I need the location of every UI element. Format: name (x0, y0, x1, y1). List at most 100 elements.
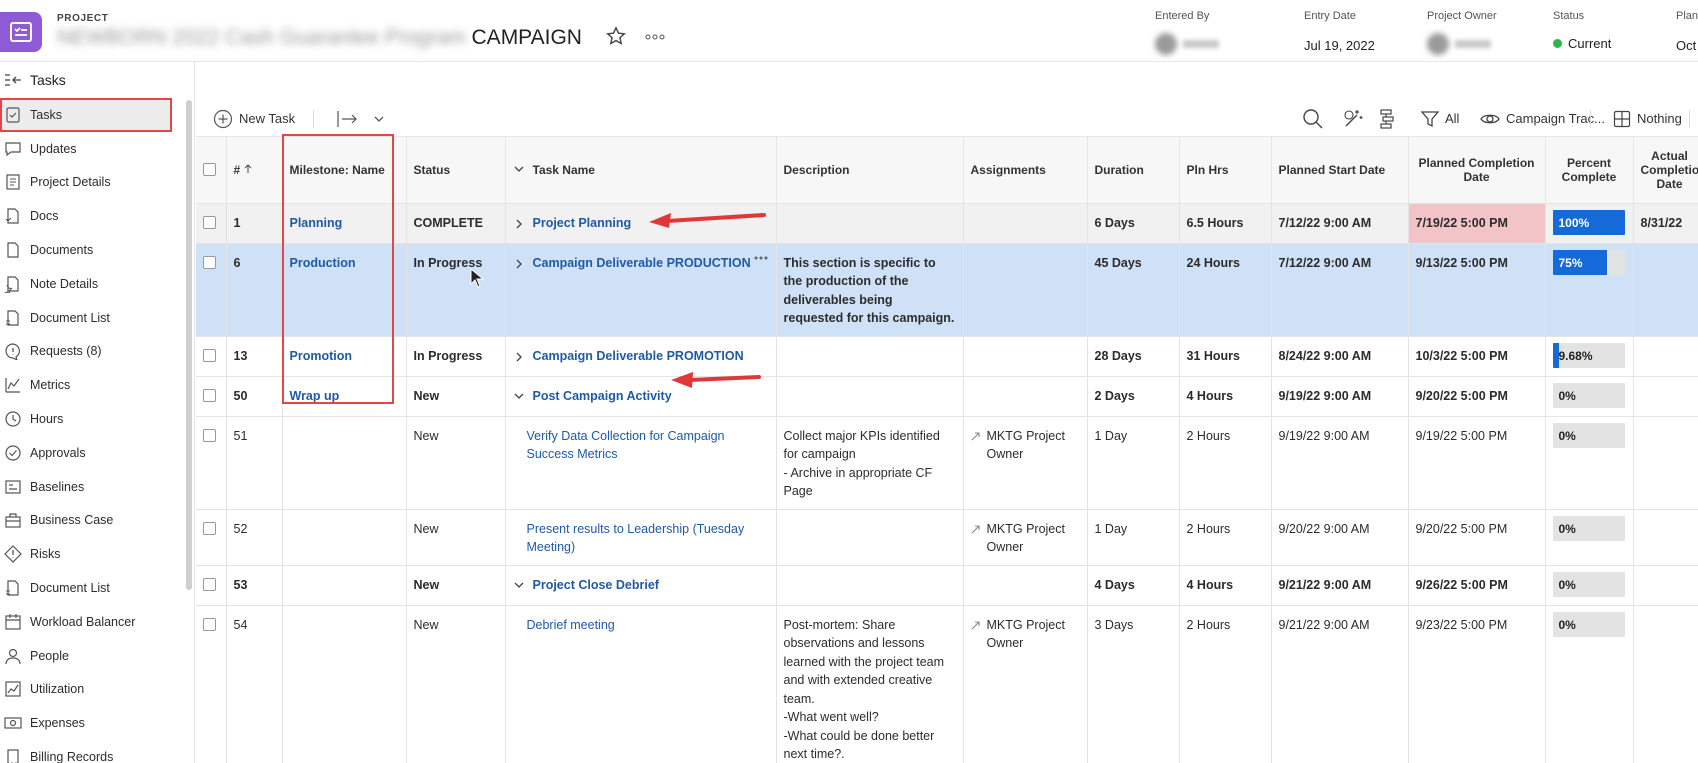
project-title[interactable]: NEWBORN 2022 Cash Guarantee Program CAMPA… (57, 26, 582, 50)
chevron-right-icon[interactable] (515, 219, 523, 229)
select-all-checkbox[interactable] (196, 137, 227, 204)
task-percent-complete[interactable]: 0% (1545, 509, 1634, 566)
task-pln-hrs[interactable]: 2 Hours (1179, 605, 1272, 763)
task-percent-complete[interactable]: 0% (1545, 605, 1634, 763)
task-name-cell[interactable]: Project Close Debrief (505, 565, 777, 606)
task-assignments[interactable]: MKTG Project Owner (963, 416, 1088, 510)
task-planned-start[interactable]: 9/21/22 9:00 AM (1271, 565, 1409, 606)
status-value[interactable]: Current (1568, 36, 1611, 51)
task-planned-completion[interactable]: 9/20/22 5:00 PM (1408, 509, 1546, 566)
task-percent-complete[interactable]: 0% (1545, 376, 1634, 417)
table-row[interactable]: 1 Planning COMPLETE Project Planning 6 Days 6… (196, 203, 1698, 244)
column-header-planned-completion[interactable]: Planned Completion Date (1408, 137, 1546, 204)
filter-button[interactable]: All (1421, 100, 1459, 137)
chevron-right-icon[interactable] (515, 259, 523, 269)
task-status[interactable]: In Progress (406, 336, 506, 377)
task-pln-hrs[interactable]: 2 Hours (1179, 416, 1272, 510)
sidebar-item-docs[interactable]: Docs (0, 199, 190, 233)
task-planned-start[interactable]: 7/12/22 9:00 AM (1271, 203, 1409, 244)
task-pln-hrs[interactable]: 24 Hours (1179, 243, 1272, 337)
table-row[interactable]: 53 New Project Close Debrief 4 Days 4 Hours 9… (196, 565, 1698, 606)
task-assignments[interactable] (963, 203, 1088, 244)
task-duration[interactable]: 4 Days (1087, 565, 1180, 606)
task-name-link[interactable]: Present results to Leadership (Tuesday M… (527, 520, 769, 557)
task-planned-start[interactable]: 9/20/22 9:00 AM (1271, 509, 1409, 566)
task-actual-completion[interactable] (1633, 605, 1698, 763)
task-planned-completion[interactable]: 9/23/22 5:00 PM (1408, 605, 1546, 763)
row-checkbox[interactable] (196, 605, 227, 763)
column-header-pln-hrs[interactable]: Pln Hrs (1179, 137, 1272, 204)
column-header-status[interactable]: Status (406, 137, 506, 204)
task-planned-start[interactable]: 9/19/22 9:00 AM (1271, 376, 1409, 417)
sidebar-item-tasks[interactable]: Tasks (0, 98, 172, 132)
chevron-down-icon[interactable] (514, 392, 524, 400)
chevron-down-icon[interactable] (514, 581, 524, 589)
task-name-cell[interactable]: Present results to Leadership (Tuesday M… (505, 509, 777, 566)
row-checkbox[interactable] (196, 203, 227, 244)
column-header-percent-complete[interactable]: Percent Complete (1545, 137, 1634, 204)
sidebar-item-utilization[interactable]: Utilization (0, 673, 190, 707)
sidebar-item-baselines[interactable]: Baselines (0, 470, 190, 504)
collapse-all-icon[interactable] (513, 164, 525, 174)
milestone-name[interactable]: Planning (282, 203, 407, 244)
milestone-name[interactable]: Promotion (282, 336, 407, 377)
sidebar-item-document-list[interactable]: Document List (0, 301, 190, 335)
sidebar-item-billing-records[interactable]: Billing Records (0, 740, 190, 763)
row-checkbox[interactable] (196, 376, 227, 417)
column-header-planned-start[interactable]: Planned Start Date (1271, 137, 1409, 204)
sidebar-item-document-list[interactable]: Document List (0, 571, 190, 605)
task-planned-start[interactable]: 8/24/22 9:00 AM (1271, 336, 1409, 377)
task-planned-start[interactable]: 9/19/22 9:00 AM (1271, 416, 1409, 510)
sidebar-item-documents[interactable]: Documents (0, 233, 190, 267)
milestone-name[interactable] (282, 416, 407, 510)
table-row[interactable]: 6 Production In Progress Campaign Deliverab… (196, 243, 1698, 337)
milestone-name[interactable]: Production (282, 243, 407, 337)
magic-button[interactable] (1342, 100, 1364, 137)
task-planned-completion[interactable]: 9/26/22 5:00 PM (1408, 565, 1546, 606)
task-description[interactable]: Collect major KPIs identified for campai… (776, 416, 964, 510)
task-percent-complete[interactable]: 75% (1545, 243, 1634, 337)
task-percent-complete[interactable]: 0% (1545, 416, 1634, 510)
task-name-cell[interactable]: Campaign Deliverable PROMOTION (505, 336, 777, 377)
task-description[interactable]: Post-mortem: Share observations and less… (776, 605, 964, 763)
task-planned-completion[interactable]: 9/19/22 5:00 PM (1408, 416, 1546, 510)
row-checkbox[interactable] (196, 336, 227, 377)
task-actual-completion[interactable]: 8/31/22 (1633, 203, 1698, 244)
sidebar-item-metrics[interactable]: Metrics (0, 368, 190, 402)
task-name-cell[interactable]: Project Planning (505, 203, 777, 244)
column-header-description[interactable]: Description (776, 137, 964, 204)
hierarchy-button[interactable] (1378, 100, 1396, 137)
row-more-icon[interactable] (754, 256, 768, 260)
task-name-cell[interactable]: Campaign Deliverable PRODUCTION (505, 243, 777, 337)
milestone-name[interactable] (282, 605, 407, 763)
task-assignments[interactable] (963, 243, 1088, 337)
sidebar-item-people[interactable]: People (0, 639, 190, 673)
row-checkbox[interactable] (196, 509, 227, 566)
task-pln-hrs[interactable]: 2 Hours (1179, 509, 1272, 566)
task-planned-start[interactable]: 7/12/22 9:00 AM (1271, 243, 1409, 337)
task-duration[interactable]: 6 Days (1087, 203, 1180, 244)
column-header-milestone[interactable]: Milestone: Name (282, 137, 407, 204)
task-status[interactable]: COMPLETE (406, 203, 506, 244)
task-description[interactable] (776, 203, 964, 244)
task-pln-hrs[interactable]: 4 Hours (1179, 376, 1272, 417)
task-actual-completion[interactable] (1633, 243, 1698, 337)
task-description[interactable] (776, 509, 964, 566)
task-description[interactable] (776, 565, 964, 606)
table-row[interactable]: 52 New Present results to Leadership (Tues… (196, 509, 1698, 566)
task-name-cell[interactable]: Post Campaign Activity (505, 376, 777, 417)
task-name-link[interactable]: Verify Data Collection for Campaign Succ… (527, 427, 769, 464)
task-status[interactable]: New (406, 416, 506, 510)
task-pln-hrs[interactable]: 31 Hours (1179, 336, 1272, 377)
task-planned-start[interactable]: 9/21/22 9:00 AM (1271, 605, 1409, 763)
task-name-link[interactable]: Project Close Debrief (533, 576, 659, 595)
sidebar-item-risks[interactable]: Risks (0, 537, 190, 571)
sidebar-item-business-case[interactable]: Business Case (0, 504, 190, 538)
task-duration[interactable]: 1 Day (1087, 416, 1180, 510)
row-checkbox[interactable] (196, 565, 227, 606)
task-pln-hrs[interactable]: 6.5 Hours (1179, 203, 1272, 244)
task-duration[interactable]: 45 Days (1087, 243, 1180, 337)
collapse-nav-icon[interactable] (4, 73, 22, 87)
task-duration[interactable]: 2 Days (1087, 376, 1180, 417)
task-planned-completion[interactable]: 9/13/22 5:00 PM (1408, 243, 1546, 337)
